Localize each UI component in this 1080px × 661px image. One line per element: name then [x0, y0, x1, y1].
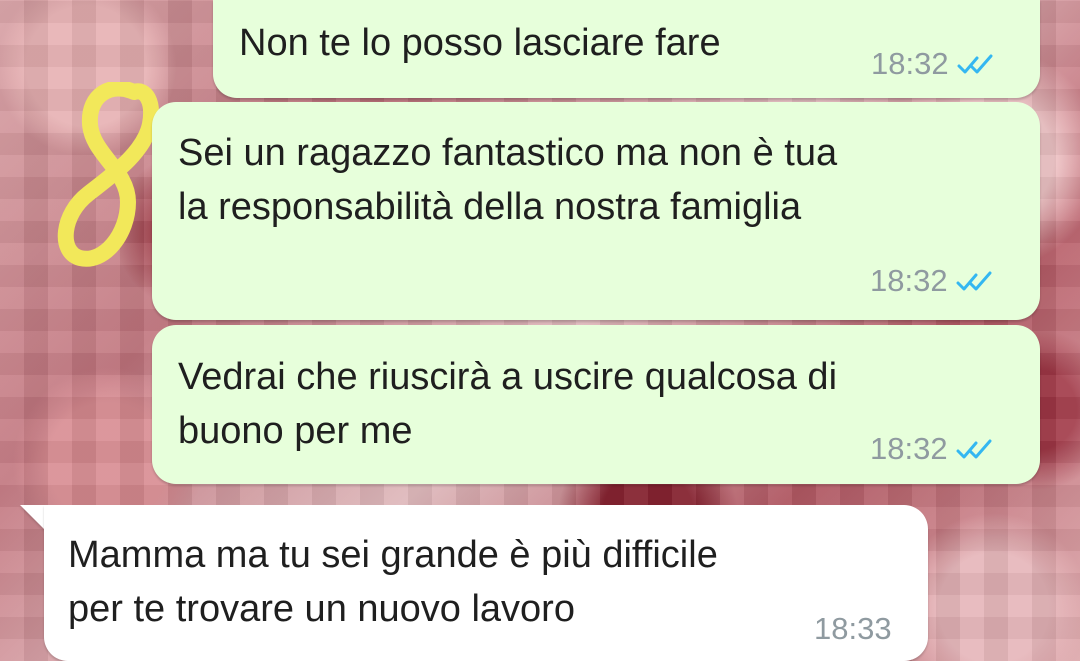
message-bubble-outgoing[interactable]: Non te lo posso lasciare fare 18:32 [213, 0, 1040, 98]
handwritten-eight-annotation [57, 82, 159, 267]
double-check-icon [957, 52, 997, 76]
message-text: Non te lo posso lasciare fare [239, 22, 721, 64]
message-bubble-incoming[interactable]: Mamma ma tu sei grande è più difficile p… [44, 505, 928, 661]
double-check-icon [956, 269, 996, 293]
message-time: 18:32 [871, 46, 949, 81]
message-text: Mamma ma tu sei grande è più difficile p… [68, 534, 718, 630]
message-meta: 18:33 [814, 613, 892, 644]
message-meta: 18:32 [870, 433, 996, 464]
message-text: Sei un ragazzo fantastico ma non è tua l… [178, 132, 838, 228]
incoming-bubble-tail [20, 505, 44, 529]
double-check-icon [956, 437, 996, 461]
message-time: 18:32 [870, 263, 948, 298]
message-bubble-outgoing[interactable]: Sei un ragazzo fantastico ma non è tua l… [152, 102, 1040, 320]
message-time: 18:32 [870, 431, 948, 466]
message-meta: 18:32 [870, 265, 996, 296]
message-meta: 18:32 [871, 48, 997, 79]
message-time: 18:33 [814, 611, 892, 646]
message-bubble-outgoing[interactable]: Vedrai che riuscirà a uscire qualcosa di… [152, 325, 1040, 484]
